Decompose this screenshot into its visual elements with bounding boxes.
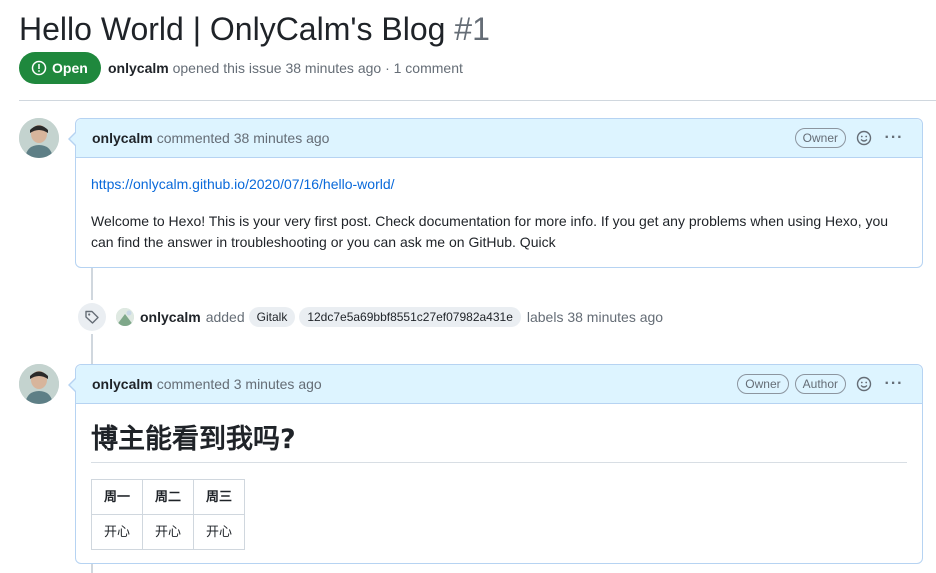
owner-badge: Owner: [794, 128, 846, 148]
table-header-cell: 周二: [142, 479, 195, 515]
timeline-line: [91, 563, 93, 573]
comment-table: 周一 周二 周三 开心 开心 开心: [90, 479, 246, 550]
comment-timestamp[interactable]: commented 3 minutes ago: [157, 376, 322, 392]
timeline-line: [91, 334, 93, 364]
issue-number: #1: [454, 11, 490, 47]
event-author-link[interactable]: onlycalm: [140, 309, 201, 325]
post-link[interactable]: https://onlycalm.github.io/2020/07/16/he…: [91, 176, 395, 192]
comment-text: Welcome to Hexo! This is your very first…: [91, 213, 889, 250]
issue-title: Hello World | OnlyCalm's Blog #1: [19, 9, 490, 49]
smiley-icon[interactable]: [852, 126, 876, 150]
comment-card: onlycalm commented 3 minutes ago Owner A…: [68, 364, 923, 564]
table-cell: 开心: [142, 514, 195, 550]
label-gitalk[interactable]: Gitalk: [248, 307, 296, 327]
issue-title-text: Hello World | OnlyCalm's Blog: [19, 11, 446, 47]
avatar[interactable]: [19, 364, 59, 404]
issue-meta: onlycalm opened this issue 38 minutes ag…: [108, 60, 463, 76]
event-suffix: labels 38 minutes ago: [526, 309, 664, 325]
issue-meta-text: opened this issue 38 minutes ago · 1 com…: [172, 60, 463, 76]
table-cell: 开心: [90, 514, 144, 550]
issue-state-label: Open: [52, 60, 88, 76]
label-event: onlycalm added Gitalk 12dc7e5a69bbf8551c…: [78, 302, 663, 332]
label-hash[interactable]: 12dc7e5a69bbf8551c27ef07982a431e: [299, 307, 521, 327]
comment-author-link[interactable]: onlycalm: [92, 376, 153, 392]
event-action: added: [205, 309, 245, 325]
comment-header: onlycalm commented 38 minutes ago Owner …: [68, 119, 922, 158]
kebab-horizontal-icon[interactable]: ···: [882, 372, 906, 396]
comment-body: https://onlycalm.github.io/2020/07/16/he…: [76, 158, 922, 267]
issue-state-badge: Open: [19, 52, 101, 84]
owner-badge: Owner: [737, 374, 789, 394]
issue-opened-icon: [31, 60, 47, 76]
comment-header: onlycalm commented 3 minutes ago Owner A…: [68, 365, 922, 404]
kebab-horizontal-icon[interactable]: ···: [882, 126, 906, 150]
table-header-cell: 周一: [90, 479, 144, 515]
table-header-row: 周一 周二 周三: [90, 479, 246, 515]
comment-body: 博主能看到我吗? 周一 周二 周三 开心 开心 开心: [76, 404, 922, 564]
timeline-line: [91, 268, 93, 300]
avatar[interactable]: [19, 118, 59, 158]
comment-timestamp[interactable]: commented 38 minutes ago: [157, 130, 330, 146]
smiley-icon[interactable]: [852, 372, 876, 396]
comment-heading: 博主能看到我吗?: [91, 422, 907, 463]
issue-author-link[interactable]: onlycalm: [108, 60, 169, 76]
avatar[interactable]: [116, 308, 134, 326]
table-cell: 开心: [193, 514, 246, 550]
table-header-cell: 周三: [193, 479, 246, 515]
header-divider: [19, 100, 936, 101]
tag-icon: [78, 303, 106, 331]
table-row: 开心 开心 开心: [90, 514, 246, 550]
comment-card: onlycalm commented 38 minutes ago Owner …: [68, 118, 923, 268]
author-badge: Author: [794, 374, 846, 394]
comment-author-link[interactable]: onlycalm: [92, 130, 153, 146]
